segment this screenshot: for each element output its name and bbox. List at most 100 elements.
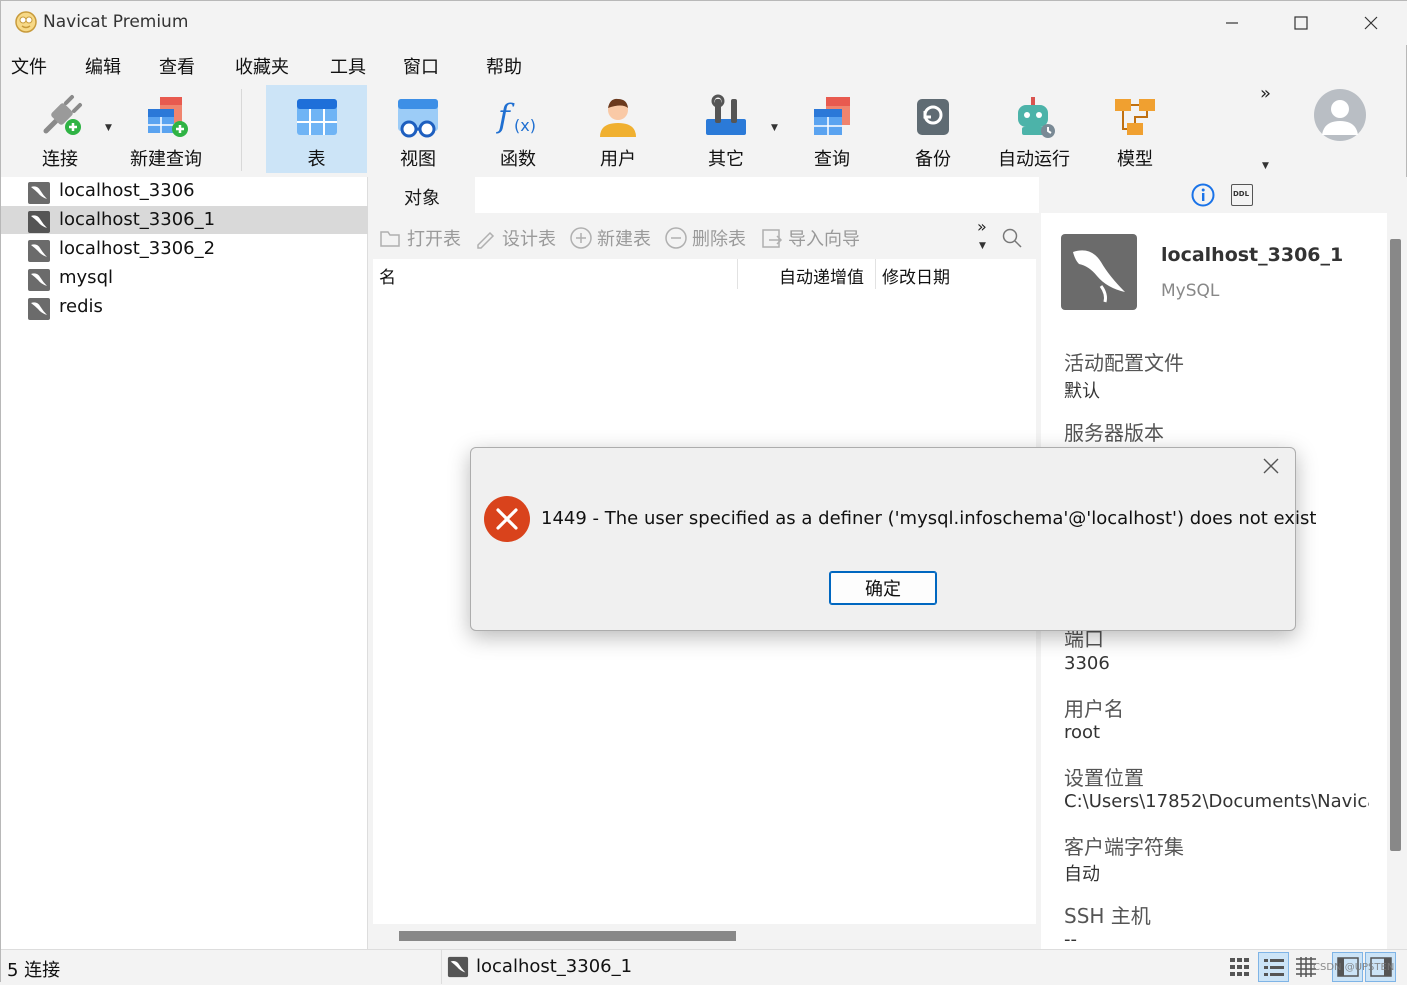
prop-value-username: root bbox=[1064, 722, 1101, 743]
avatar[interactable] bbox=[1314, 89, 1366, 141]
connect-plug-icon bbox=[43, 95, 82, 135]
vertical-scrollbar-thumb[interactable] bbox=[1390, 239, 1401, 851]
mysql-connection-icon bbox=[28, 298, 50, 320]
toolbar-function-label: 函数 bbox=[500, 149, 536, 170]
grid-view-icon bbox=[1230, 958, 1249, 976]
toolbar-table-label: 表 bbox=[307, 149, 326, 170]
column-separator bbox=[875, 259, 876, 289]
minimize-button[interactable] bbox=[1210, 9, 1254, 37]
connection-item[interactable]: localhost_3306 bbox=[1, 177, 368, 205]
connect-dropdown-caret-icon[interactable]: ▼ bbox=[105, 123, 112, 133]
toolbar-overflow-caret-icon[interactable]: ▼ bbox=[1262, 161, 1269, 171]
dialog-close-icon[interactable] bbox=[1262, 457, 1280, 475]
maximize-button[interactable] bbox=[1279, 9, 1323, 37]
delete-table-button[interactable]: 删除表 bbox=[664, 225, 746, 251]
menu-view[interactable]: 查看 bbox=[159, 53, 195, 79]
column-header-auto-increment[interactable]: 自动递增值 bbox=[779, 263, 864, 288]
prop-value-client-charset: 自动 bbox=[1064, 864, 1100, 885]
column-header-modified-date[interactable]: 修改日期 bbox=[882, 263, 950, 288]
tab-strip bbox=[475, 177, 1039, 213]
toolbar-backup-button[interactable]: 备份 bbox=[888, 85, 978, 173]
prop-label-location: 设置位置 bbox=[1064, 766, 1144, 790]
menu-edit[interactable]: 编辑 bbox=[85, 53, 121, 79]
tools-icon bbox=[706, 94, 746, 135]
new-query-icon bbox=[148, 97, 188, 137]
design-table-button[interactable]: 设计表 bbox=[474, 225, 556, 251]
toolbar-more-button[interactable]: » bbox=[1260, 83, 1271, 104]
main-toolbar: 连接 ▼ 新建查询 表 视图 f (x) 函数 用户 其它 ▼ 查询 备份 自动… bbox=[1, 83, 1407, 177]
toolbar-user-button[interactable]: 用户 bbox=[573, 85, 663, 173]
menu-window[interactable]: 窗口 bbox=[403, 53, 439, 79]
connection-item-selected[interactable]: localhost_3306_1 bbox=[1, 206, 368, 234]
backup-icon bbox=[917, 99, 949, 135]
ddl-icon[interactable]: DDL bbox=[1231, 184, 1253, 206]
column-header-name[interactable]: 名 bbox=[379, 263, 396, 288]
status-current-connection: localhost_3306_1 bbox=[476, 956, 633, 977]
toolbar-query-button[interactable]: 查询 bbox=[787, 85, 877, 173]
toolbar-automation-button[interactable]: 自动运行 bbox=[986, 85, 1082, 173]
user-icon bbox=[600, 98, 636, 137]
watermark-text: CSDN @UPSTEN bbox=[1313, 962, 1395, 973]
connection-name: localhost_3306 bbox=[59, 180, 195, 201]
prop-label-profile: 活动配置文件 bbox=[1064, 351, 1184, 375]
ddl-icon-label: DDL bbox=[1233, 190, 1250, 198]
open-table-button[interactable]: 打开表 bbox=[379, 225, 461, 251]
connection-item[interactable]: localhost_3306_2 bbox=[1, 235, 368, 263]
prop-value-ssh-host: -- bbox=[1064, 929, 1077, 949]
open-table-label: 打开表 bbox=[407, 229, 461, 250]
menu-tools[interactable]: 工具 bbox=[330, 53, 366, 79]
mysql-connection-icon bbox=[28, 269, 50, 291]
import-icon bbox=[762, 229, 783, 248]
new-table-label: 新建表 bbox=[597, 229, 651, 250]
toolbar-function-button[interactable]: f (x) 函数 bbox=[473, 85, 563, 173]
connection-item[interactable]: redis bbox=[1, 293, 368, 321]
search-icon[interactable] bbox=[1001, 227, 1023, 249]
menu-favorites[interactable]: 收藏夹 bbox=[235, 53, 289, 79]
query-icon bbox=[814, 97, 850, 135]
object-toolbar-more-button[interactable]: » bbox=[977, 217, 987, 236]
mysql-connection-icon bbox=[28, 211, 50, 233]
prop-label-server-version: 服务器版本 bbox=[1064, 421, 1164, 445]
connection-item[interactable]: mysql bbox=[1, 264, 368, 292]
toolbar-connect-button[interactable]: 连接 bbox=[15, 85, 105, 173]
maximize-icon bbox=[1294, 16, 1308, 30]
delete-table-label: 删除表 bbox=[692, 229, 746, 250]
navicat-logo-icon bbox=[15, 11, 37, 33]
robot-icon bbox=[1018, 97, 1055, 138]
connection-name: redis bbox=[59, 296, 103, 317]
toolbar-model-button[interactable]: 模型 bbox=[1090, 85, 1180, 173]
toolbar-other-label: 其它 bbox=[708, 149, 744, 170]
status-divider bbox=[441, 950, 442, 984]
menu-help[interactable]: 帮助 bbox=[486, 53, 522, 79]
ok-button[interactable]: 确定 bbox=[829, 571, 937, 605]
toolbar-automation-label: 自动运行 bbox=[998, 149, 1070, 170]
toolbar-query-label: 查询 bbox=[814, 149, 850, 170]
info-panel-header: DDL bbox=[1041, 177, 1407, 213]
close-button[interactable] bbox=[1349, 9, 1393, 37]
toolbar-new-query-button[interactable]: 新建查询 bbox=[121, 85, 211, 173]
list-view-button[interactable] bbox=[1258, 952, 1289, 982]
horizontal-scrollbar-thumb[interactable] bbox=[399, 931, 736, 941]
toolbar-table-button[interactable]: 表 bbox=[266, 85, 367, 173]
object-toolbar-caret-icon[interactable]: ▼ bbox=[979, 241, 986, 251]
info-icon[interactable] bbox=[1191, 183, 1215, 207]
toolbar-other-button[interactable]: 其它 bbox=[681, 85, 771, 173]
view-icon bbox=[398, 99, 438, 138]
minimize-icon bbox=[1226, 22, 1238, 24]
svg-text:(x): (x) bbox=[514, 116, 536, 135]
tab-objects[interactable]: 对象 bbox=[369, 177, 475, 213]
new-table-button[interactable]: 新建表 bbox=[569, 225, 651, 251]
other-dropdown-caret-icon[interactable]: ▼ bbox=[771, 123, 778, 133]
minus-circle-icon bbox=[665, 227, 687, 249]
prop-value-port: 3306 bbox=[1064, 653, 1110, 674]
toolbar-model-label: 模型 bbox=[1117, 149, 1153, 170]
import-wizard-button[interactable]: 导入向导 bbox=[760, 225, 860, 251]
plus-circle-icon bbox=[570, 227, 592, 249]
table-icon bbox=[296, 99, 337, 135]
toolbar-view-button[interactable]: 视图 bbox=[373, 85, 463, 173]
horizontal-scrollbar-track bbox=[369, 924, 1039, 949]
design-table-label: 设计表 bbox=[502, 229, 556, 250]
menu-file[interactable]: 文件 bbox=[11, 53, 47, 79]
mysql-connection-icon bbox=[28, 182, 50, 204]
grid-view-button[interactable] bbox=[1225, 954, 1255, 980]
